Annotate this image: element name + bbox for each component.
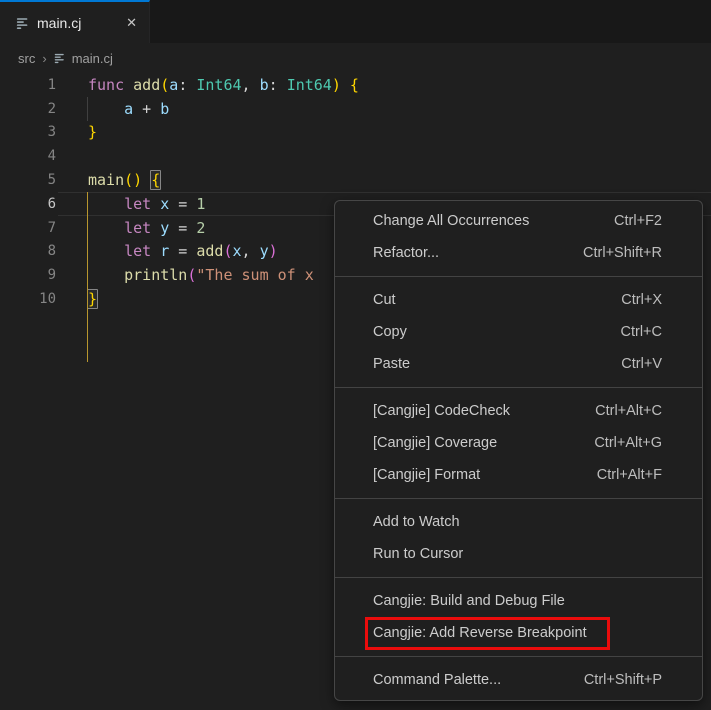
menu-item-label: Add to Watch [373,514,460,530]
menu-item-cangjie-build-and-debug-file[interactable]: Cangjie: Build and Debug File [335,585,702,617]
line-number: 10 [0,291,56,307]
menu-item-label: Refactor... [373,245,439,261]
code-text: println("The sum of x [88,266,314,284]
breadcrumb-folder[interactable]: src [18,51,35,66]
menu-item-cangjie-codecheck[interactable]: [Cangjie] CodeCheck Ctrl+Alt+C [335,395,702,427]
code-text: let y = 2 [88,219,205,237]
close-icon[interactable]: ✕ [124,14,139,31]
menu-item-label: [Cangjie] Format [373,467,480,483]
code-line-5[interactable]: 5 main() { [0,168,711,192]
line-number: 4 [0,148,56,164]
menu-item-label: Cangjie: Build and Debug File [373,593,565,609]
chevron-right-icon: › [42,51,46,66]
menu-separator [335,498,702,499]
line-number: 3 [0,124,56,140]
code-text: let r = add(x, y) [88,242,278,260]
menu-item-run-to-cursor[interactable]: Run to Cursor [335,538,702,570]
menu-item-label: Paste [373,356,410,372]
menu-item-shortcut: Ctrl+Shift+P [584,672,662,688]
line-number: 8 [0,243,56,259]
tab-bar: main.cj ✕ [0,0,711,44]
line-number: 5 [0,172,56,188]
file-icon [54,52,66,64]
menu-item-paste[interactable]: Paste Ctrl+V [335,348,702,380]
menu-item-label: [Cangjie] Coverage [373,435,497,451]
menu-separator [335,577,702,578]
tab-main-cj[interactable]: main.cj ✕ [0,0,150,43]
menu-item-add-to-watch[interactable]: Add to Watch [335,506,702,538]
code-text: a + b [88,100,169,118]
menu-item-label: Change All Occurrences [373,213,529,229]
code-text: let x = 1 [88,195,205,213]
line-number: 9 [0,267,56,283]
code-text: } [88,123,97,141]
menu-item-cangjie-add-reverse-breakpoint[interactable]: Cangjie: Add Reverse Breakpoint [335,617,702,649]
menu-item-label: [Cangjie] CodeCheck [373,403,510,419]
menu-item-cangjie-coverage[interactable]: [Cangjie] Coverage Ctrl+Alt+G [335,427,702,459]
menu-separator [335,656,702,657]
menu-item-shortcut: Ctrl+V [621,356,662,372]
context-menu: Change All Occurrences Ctrl+F2 Refactor...… [334,200,703,701]
menu-separator [335,276,702,277]
menu-item-shortcut: Ctrl+C [621,324,663,340]
menu-item-refactor[interactable]: Refactor... Ctrl+Shift+R [335,237,702,269]
menu-item-label: Cut [373,292,396,308]
line-number: 7 [0,220,56,236]
code-text: } [88,290,97,308]
menu-item-shortcut: Ctrl+Shift+R [583,245,662,261]
menu-separator [335,387,702,388]
menu-item-shortcut: Ctrl+Alt+G [594,435,662,451]
menu-item-label: Run to Cursor [373,546,463,562]
code-text: main() { [88,171,160,189]
code-text: func add(a: Int64, b: Int64) { [88,76,359,94]
menu-item-label: Copy [373,324,407,340]
menu-item-shortcut: Ctrl+Alt+F [597,467,662,483]
menu-item-shortcut: Ctrl+Alt+C [595,403,662,419]
breadcrumb-file[interactable]: main.cj [72,51,113,66]
breadcrumb: src › main.cj [0,43,711,73]
code-line-4[interactable]: 4 [0,144,711,168]
file-icon [16,16,30,30]
menu-item-label: Cangjie: Add Reverse Breakpoint [373,625,587,641]
menu-item-command-palette[interactable]: Command Palette... Ctrl+Shift+P [335,664,702,696]
menu-item-shortcut: Ctrl+F2 [614,213,662,229]
menu-item-shortcut: Ctrl+X [621,292,662,308]
line-number: 2 [0,101,56,117]
menu-item-label: Command Palette... [373,672,501,688]
tab-title: main.cj [37,15,81,31]
code-line-3[interactable]: 3} [0,121,711,145]
code-line-2[interactable]: 2 a + b [0,97,711,121]
menu-item-change-all-occurrences[interactable]: Change All Occurrences Ctrl+F2 [335,205,702,237]
menu-item-cangjie-format[interactable]: [Cangjie] Format Ctrl+Alt+F [335,459,702,491]
code-line-1[interactable]: 1 func add(a: Int64, b: Int64) { [0,73,711,97]
line-number: 6 [0,196,56,212]
menu-item-cut[interactable]: Cut Ctrl+X [335,284,702,316]
line-number: 1 [0,77,56,93]
menu-item-copy[interactable]: Copy Ctrl+C [335,316,702,348]
